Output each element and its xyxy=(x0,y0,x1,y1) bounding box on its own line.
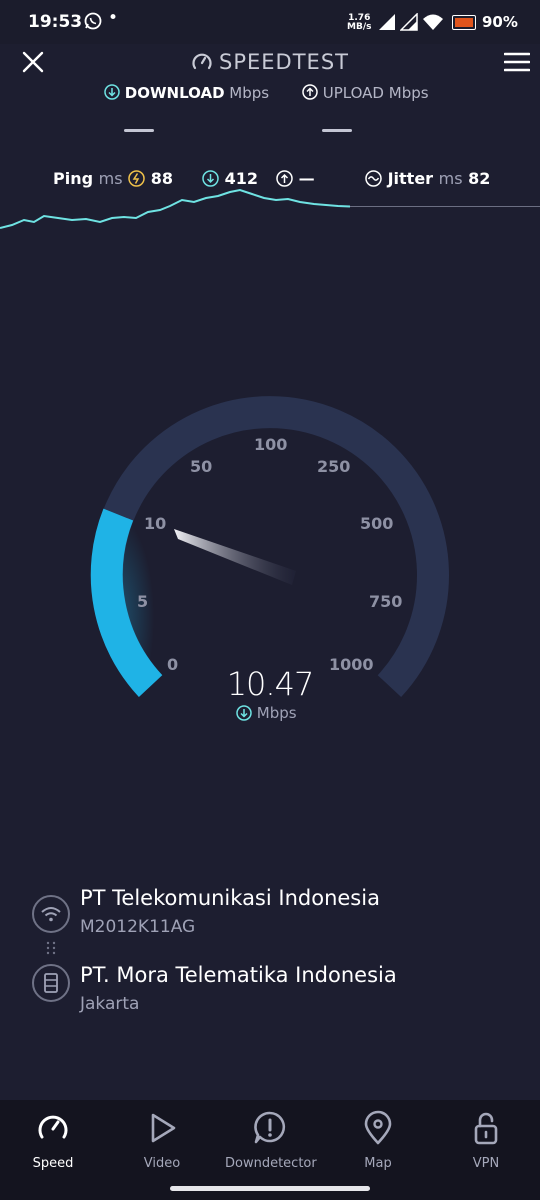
signal-icon xyxy=(379,14,395,30)
speed-reading-unit: Mbps xyxy=(236,704,297,722)
nav-video[interactable]: Video xyxy=(117,1110,207,1171)
app-title: SPEEDTEST xyxy=(0,50,540,74)
device-name: M2012K11AG xyxy=(80,917,196,937)
speed-reading: 10.47 xyxy=(226,665,315,703)
gauge-tick: 100 xyxy=(254,435,288,454)
provider-name: PT Telekomunikasi Indonesia xyxy=(80,886,380,910)
host-location: Jakarta xyxy=(80,994,140,1014)
wifi-icon xyxy=(41,907,61,922)
server-host-icon xyxy=(32,964,70,1002)
tab-download[interactable]: DOWNLOAD Mbps xyxy=(104,84,269,102)
tab-upload[interactable]: UPLOAD Mbps xyxy=(302,84,429,102)
signal-icon-2 xyxy=(400,13,418,31)
download-value-placeholder xyxy=(124,129,154,132)
gauge-tick: 50 xyxy=(190,457,213,476)
server-icon xyxy=(44,973,58,993)
speed-graph xyxy=(0,188,540,229)
download-icon xyxy=(236,705,252,721)
home-indicator[interactable] xyxy=(170,1186,370,1191)
upload-icon xyxy=(302,84,318,100)
nav-speed[interactable]: Speed xyxy=(8,1110,98,1171)
menu-icon[interactable] xyxy=(504,52,530,72)
upload-value-placeholder xyxy=(322,129,352,132)
download-speed-line xyxy=(0,188,351,229)
gauge-tick: 5 xyxy=(137,592,149,611)
battery-icon xyxy=(452,15,476,30)
gauge-tick: 10 xyxy=(144,514,167,533)
notification-dot: • xyxy=(108,8,119,28)
battery-percent: 90% xyxy=(482,13,518,31)
alert-icon xyxy=(254,1111,286,1144)
network-speed: 1.76 MB/s xyxy=(347,13,372,32)
wifi-provider-icon xyxy=(32,895,70,933)
play-icon xyxy=(151,1113,176,1143)
nav-map[interactable]: Map xyxy=(333,1110,423,1171)
gauge-tick: 750 xyxy=(369,592,403,611)
download-icon xyxy=(104,84,120,100)
connection-dots xyxy=(46,941,56,955)
unlock-icon xyxy=(474,1112,498,1145)
nav-downdetector[interactable]: Downdetector xyxy=(225,1110,317,1171)
gauge-needle xyxy=(174,529,296,585)
map-pin-icon xyxy=(364,1110,392,1145)
status-time: 19:53 xyxy=(28,12,83,32)
speedtest-logo-icon xyxy=(192,53,212,70)
whatsapp-icon xyxy=(84,12,102,30)
host-name[interactable]: PT. Mora Telematika Indonesia xyxy=(80,963,397,987)
gauge-tick: 500 xyxy=(360,514,394,533)
gauge-icon xyxy=(38,1115,68,1139)
wifi-icon xyxy=(423,14,443,30)
nav-vpn[interactable]: VPN xyxy=(441,1110,531,1171)
gauge-tick: 250 xyxy=(317,457,351,476)
